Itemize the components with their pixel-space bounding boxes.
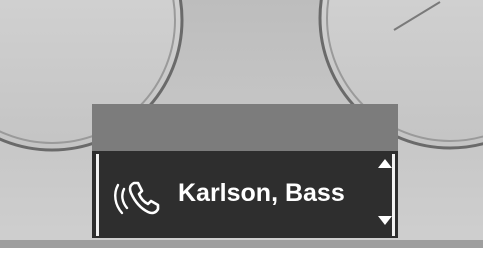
- display-header-bar: [92, 104, 398, 151]
- arrow-up-icon[interactable]: [378, 159, 392, 168]
- instrument-cluster: Karlson, Bass: [0, 0, 483, 260]
- phone-handset-icon: [112, 171, 164, 223]
- arrow-down-icon[interactable]: [378, 216, 392, 225]
- right-frame-line: [392, 154, 395, 236]
- caller-name: Karlson, Bass: [178, 179, 345, 207]
- info-display: Karlson, Bass: [92, 104, 398, 238]
- left-frame-line: [96, 154, 99, 236]
